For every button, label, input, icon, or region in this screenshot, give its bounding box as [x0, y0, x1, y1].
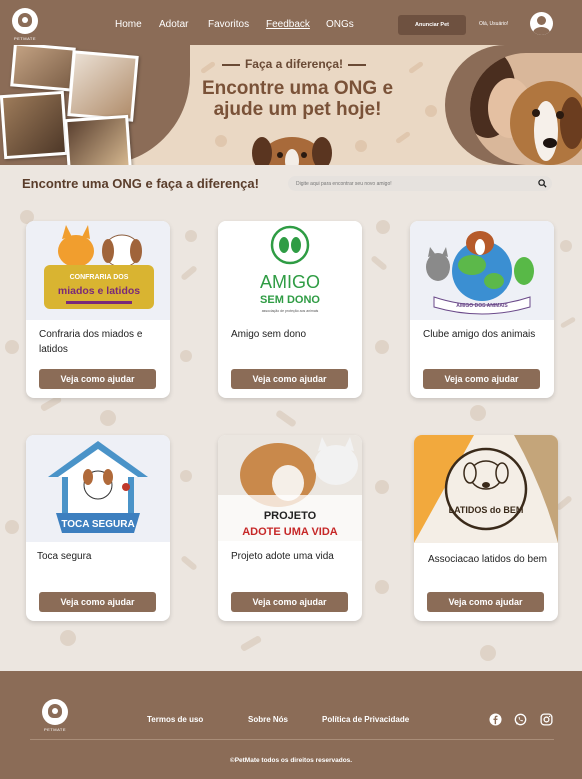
amigo-logo-tag: associação de proteção aos animais	[262, 309, 319, 313]
whatsapp-icon[interactable]	[514, 713, 527, 726]
ong-card-clube-amigo[interactable]: AMIGO DOS ANIMAIS Clube amigo dos animai…	[410, 221, 554, 398]
logo-amigo-sem-dono: AMIGO SEM DONO associação de proteção ao…	[218, 221, 362, 320]
amigo-logo-main: AMIGO	[260, 272, 320, 292]
photo-woman-dog	[64, 114, 132, 165]
adote-logo-top: PROJETO	[264, 510, 317, 522]
photo-boy-dog	[0, 90, 69, 160]
ong-name: Clube amigo dos animais	[423, 329, 536, 340]
footer-logo[interactable]: PETMATE	[40, 699, 70, 732]
paw-logo-icon	[12, 8, 38, 34]
paw-logo-icon	[42, 699, 68, 725]
logo-toca-segura: TOCA SEGURA	[26, 435, 170, 542]
ong-card-latidos-do-bem[interactable]: LATIDOS do BEM Associacao latidos do bem…	[414, 435, 558, 621]
hero-title: Encontre uma ONG e ajude um pet hoje!	[201, 78, 394, 120]
help-button[interactable]: Veja como ajudar	[39, 369, 156, 389]
user-greeting: Olá, Usuário!	[479, 21, 509, 27]
footer-divider	[30, 739, 554, 740]
confraria-logo-main: miados e latidos	[58, 285, 140, 297]
logo-projeto-adote: PROJETO ADOTE UMA VIDA	[218, 435, 362, 541]
photo-girl-dog-2	[67, 50, 139, 122]
ong-card-amigo-sem-dono[interactable]: AMIGO SEM DONO associação de proteção ao…	[218, 221, 362, 398]
ong-card-toca-segura[interactable]: TOCA SEGURA Toca segura Veja como ajudar	[26, 435, 170, 621]
amigo-logo-sub: SEM DONO	[260, 294, 320, 306]
ong-card-confraria[interactable]: CONFRARIA DOS miados e latidos Confraria…	[26, 221, 170, 398]
dog-peeking-image	[252, 137, 332, 165]
ong-name: Associacao latidos do bem	[428, 554, 547, 565]
hero-subtitle: Faça a diferença!	[214, 57, 374, 71]
footer-link-terms[interactable]: Termos de uso	[147, 715, 203, 724]
woman-beagle-photo	[470, 53, 582, 165]
footer-link-about[interactable]: Sobre Nós	[248, 715, 288, 724]
instagram-icon[interactable]	[540, 713, 553, 726]
nav-adotar[interactable]: Adotar	[159, 19, 188, 30]
user-avatar-icon[interactable]	[530, 12, 553, 35]
footer-logo-text: PETMATE	[43, 727, 67, 732]
help-button[interactable]: Veja como ajudar	[231, 369, 348, 389]
hero-banner: Faça a diferença! Encontre uma ONG e aju…	[0, 45, 582, 165]
clube-logo-ribbon: AMIGO DOS ANIMAIS	[456, 303, 508, 309]
help-button[interactable]: Veja como ajudar	[39, 592, 156, 612]
top-navbar: PETMATE Home Adotar Favoritos Feedback O…	[0, 0, 582, 48]
logo-confraria: CONFRARIA DOS miados e latidos	[26, 221, 170, 320]
nav-favoritos[interactable]: Favoritos	[208, 19, 249, 30]
section-title: Encontre uma ONG e faça a diferença!	[22, 176, 259, 191]
petmate-logo[interactable]: PETMATE	[10, 8, 40, 41]
footer-link-privacy[interactable]: Política de Privacidade	[322, 715, 409, 724]
help-button[interactable]: Veja como ajudar	[423, 369, 540, 389]
search-input[interactable]	[296, 178, 526, 189]
logo-clube-amigo: AMIGO DOS ANIMAIS	[410, 221, 554, 320]
logo-text: PETMATE	[13, 36, 37, 41]
search-bar	[288, 176, 552, 191]
ong-name: Projeto adote uma vida	[231, 551, 334, 562]
ong-name: Confraria dos miados e latidos	[39, 329, 143, 355]
toca-logo-main: TOCA SEGURA	[61, 519, 134, 530]
ong-card-adote-uma-vida[interactable]: PROJETO ADOTE UMA VIDA Projeto adote uma…	[218, 435, 362, 621]
copyright-text: ©PetMate todos os direitos reservados.	[229, 757, 353, 764]
help-button[interactable]: Veja como ajudar	[427, 592, 544, 612]
latidos-logo-main: LATIDOS do BEM	[449, 505, 524, 515]
help-button[interactable]: Veja como ajudar	[231, 592, 348, 612]
adote-logo-main: ADOTE UMA VIDA	[242, 526, 338, 538]
ong-name: Amigo sem dono	[231, 329, 307, 340]
nav-feedback[interactable]: Feedback	[266, 19, 310, 30]
nav-home[interactable]: Home	[115, 19, 142, 30]
footer: PETMATE Termos de uso Sobre Nós Política…	[0, 671, 582, 779]
confraria-logo-top: CONFRARIA DOS	[70, 274, 129, 281]
announce-pet-button[interactable]: Anunciar Pet	[398, 15, 466, 35]
nav-ongs[interactable]: ONGs	[326, 19, 354, 30]
facebook-icon[interactable]	[489, 713, 502, 726]
ong-name: Toca segura	[37, 551, 92, 562]
photo-girl-dog-1	[10, 45, 76, 92]
search-icon[interactable]	[538, 179, 547, 188]
logo-latidos-do-bem: LATIDOS do BEM	[414, 435, 558, 543]
